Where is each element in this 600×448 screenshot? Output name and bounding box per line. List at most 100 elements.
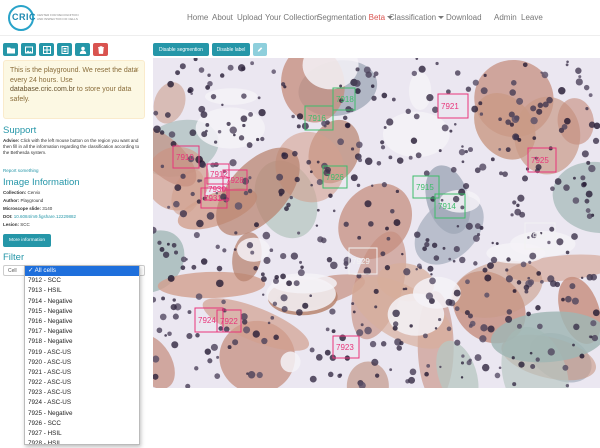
nucleus	[405, 108, 411, 114]
nucleus	[229, 126, 237, 134]
nucleus	[296, 124, 301, 129]
nucleus	[248, 111, 254, 117]
filter-option[interactable]: 7920 - ASC-US	[25, 358, 139, 368]
background-gap	[408, 72, 432, 111]
nav-your-collection[interactable]: Your Collection	[265, 13, 319, 22]
annotation-label: 7929	[352, 257, 370, 266]
nucleus	[221, 103, 224, 107]
doi-link[interactable]: 10.6084/m9.figshare.12229882	[14, 214, 76, 219]
filter-option[interactable]: 7921 - ASC-US	[25, 368, 139, 378]
filter-option[interactable]: 7913 - HSIL	[25, 286, 139, 296]
nucleus	[374, 305, 378, 309]
nav-leave[interactable]: Leave	[521, 13, 543, 22]
author-value: Playground	[20, 198, 44, 203]
microscopy-image[interactable]: 7910 7918 7912 7928 7930 7931 7926 7916 7915 7914…	[153, 58, 600, 388]
nucleus	[186, 332, 193, 339]
filter-option[interactable]: 7926 - SCC	[25, 419, 139, 429]
nucleus	[267, 321, 271, 325]
nucleus	[283, 85, 287, 89]
nucleus	[430, 273, 433, 276]
nucleus	[495, 242, 499, 246]
grid-button[interactable]	[39, 43, 54, 56]
nucleus	[343, 221, 349, 227]
filter-option[interactable]: 7924 - ASC-US	[25, 398, 139, 408]
user-button[interactable]	[75, 43, 90, 56]
delete-button[interactable]	[93, 43, 108, 56]
filter-option[interactable]: 7915 - Negative	[25, 307, 139, 317]
nucleus	[242, 123, 246, 128]
nucleus	[162, 251, 170, 258]
nav-admin[interactable]: Admin	[494, 13, 517, 22]
cell-filter-dropdown[interactable]: ✓ All cells 7912 - SCC 7913 - HSIL 7914 - N…	[24, 265, 140, 445]
nucleus	[234, 202, 243, 210]
more-information-button[interactable]: More information	[3, 234, 51, 247]
nav-upload[interactable]: Upload	[237, 13, 262, 22]
nav-segmentation[interactable]: Segmentation Beta	[317, 13, 394, 22]
filter-option[interactable]: 7925 - Negative	[25, 409, 139, 419]
nucleus	[439, 365, 442, 369]
report-link[interactable]: Report something	[3, 168, 145, 174]
nucleus	[383, 125, 387, 129]
nucleus	[316, 208, 320, 212]
nucleus	[527, 276, 531, 280]
microscopy-canvas[interactable]: 7910791879127928793079317926791679157914…	[153, 58, 600, 388]
nucleus	[581, 182, 587, 188]
filter-option[interactable]: 7928 - HSIL	[25, 439, 139, 444]
nucleus	[580, 276, 584, 280]
filter-option[interactable]: 7912 - SCC	[25, 276, 139, 286]
nucleus	[520, 261, 527, 268]
filter-option[interactable]: 7922 - ASC-US	[25, 378, 139, 388]
nucleus	[410, 137, 418, 144]
nucleus	[535, 305, 541, 311]
filter-option[interactable]: 7914 - Negative	[25, 297, 139, 307]
nucleus	[530, 116, 538, 125]
background-gap	[280, 351, 301, 373]
filter-option[interactable]: 7918 - Negative	[25, 337, 139, 347]
nav-home[interactable]: Home	[187, 13, 208, 22]
nucleus	[343, 256, 352, 265]
filter-option[interactable]: 7917 - Negative	[25, 327, 139, 337]
alert-link[interactable]: database.cric.com.br	[10, 86, 75, 93]
nucleus	[258, 108, 266, 117]
nucleus	[565, 250, 570, 255]
cric-logo[interactable]: CRIC CENTER FOR RECOGNITION AND INSPECTI…	[8, 5, 79, 31]
nucleus	[269, 248, 274, 253]
filter-option[interactable]: 7919 - ASC-US	[25, 348, 139, 358]
filter-option[interactable]: 7927 - HSIL	[25, 429, 139, 439]
nucleus	[453, 123, 457, 126]
nucleus	[498, 366, 502, 370]
nucleus	[291, 114, 295, 119]
nucleus	[434, 327, 438, 330]
nucleus	[446, 326, 452, 332]
filter-option[interactable]: ✓ All cells	[25, 266, 139, 277]
nucleus	[204, 348, 212, 355]
nucleus	[565, 63, 569, 67]
nucleus	[392, 309, 400, 318]
folder-button[interactable]	[3, 43, 18, 56]
filter-option[interactable]: 7916 - Negative	[25, 317, 139, 327]
nucleus	[338, 373, 343, 377]
nav-download[interactable]: Download	[446, 13, 482, 22]
edit-button[interactable]	[253, 43, 267, 56]
nav-classification[interactable]: Classification	[389, 13, 445, 22]
nucleus	[207, 73, 211, 77]
list-button[interactable]	[57, 43, 72, 56]
nucleus	[373, 75, 376, 78]
nav-about[interactable]: About	[212, 13, 233, 22]
image-button[interactable]	[21, 43, 36, 56]
nucleus	[364, 200, 372, 208]
close-icon[interactable]: ×	[134, 65, 139, 75]
disable-segmentation-button[interactable]: Disable segmention	[153, 43, 209, 56]
disable-label-button[interactable]: Disable label	[212, 43, 250, 56]
nucleus	[262, 231, 271, 240]
nucleus	[330, 261, 338, 270]
nucleus	[588, 164, 596, 173]
nucleus	[331, 329, 336, 334]
nucleus	[438, 317, 442, 322]
filter-option[interactable]: 7923 - ASC-US	[25, 388, 139, 398]
nucleus	[156, 327, 163, 334]
nucleus	[540, 279, 544, 284]
nucleus	[556, 238, 564, 246]
nucleus	[371, 358, 379, 366]
nucleus	[296, 113, 304, 120]
